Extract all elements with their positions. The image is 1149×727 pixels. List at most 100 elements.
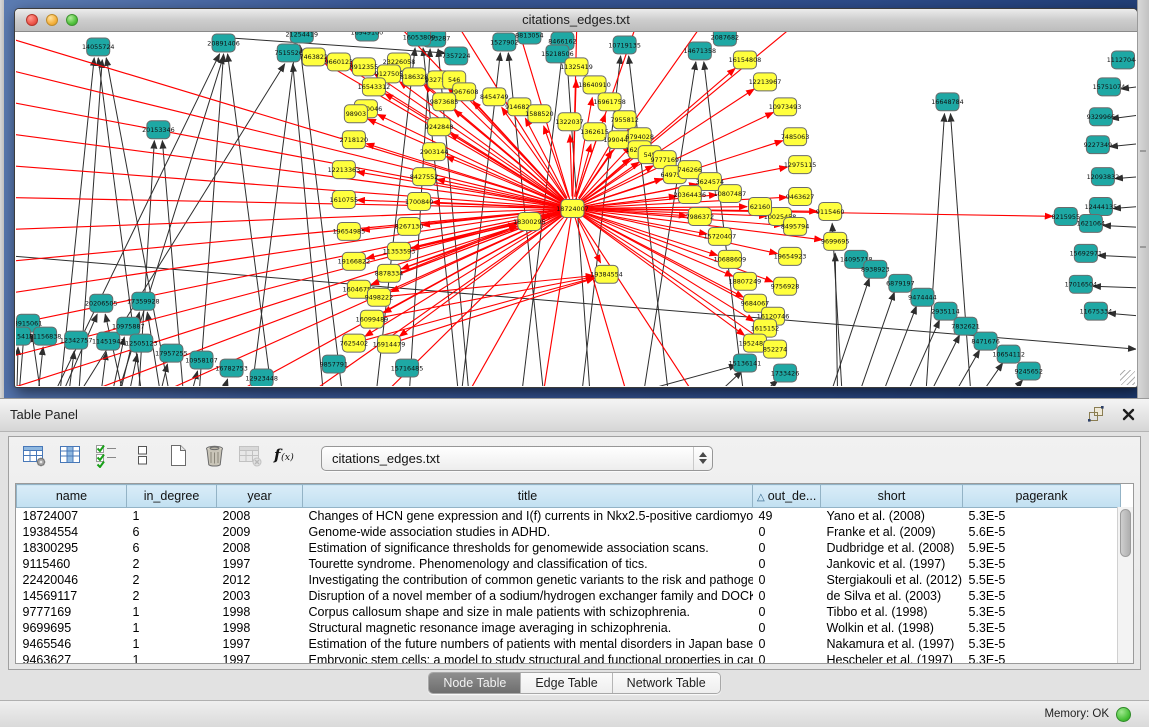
select-columns-icon [94, 443, 119, 473]
citation-edge-red [537, 209, 572, 386]
graph-node-label: 8454749 [480, 93, 508, 101]
network-window-titlebar[interactable]: citations_edges.txt [15, 9, 1137, 32]
graph-node-label: 2087682 [711, 33, 739, 41]
cell-short: Tibbo et al. (1998) [821, 604, 963, 620]
graph-node-label: 16099489 [356, 315, 389, 323]
graph-node-label: 16648784 [931, 98, 964, 106]
table-row[interactable]: 969969511998Structural magnetic resonanc… [17, 620, 1121, 636]
graph-node-label: 10807487 [714, 190, 747, 198]
graph-node-label: 12444135 [1085, 203, 1118, 211]
cell-name: 14569117 [17, 588, 127, 604]
select-columns-button[interactable] [93, 445, 119, 471]
svg-text:(x): (x) [281, 452, 294, 463]
graph-node-label: 3624574 [696, 178, 724, 186]
cell-out_de: 0 [753, 556, 821, 572]
graph-node-label: 98903 [346, 110, 366, 118]
cell-out_de: 0 [753, 620, 821, 636]
scrollbar-thumb[interactable] [1120, 509, 1131, 557]
table-row[interactable]: 911546021997Tourette syndrome. Phenomeno… [17, 556, 1121, 572]
table-row[interactable]: 2242004622012Investigating the contribut… [17, 572, 1121, 588]
network-window[interactable]: citations_edges.txt 14055724208914062125… [14, 8, 1138, 388]
graph-node-label: 20206505 [85, 300, 118, 308]
cell-short: Stergiakouli et al. (2012) [821, 572, 963, 588]
table-row[interactable]: 977716911998Corpus callosum shape and si… [17, 604, 1121, 620]
table-select-dropdown[interactable]: citations_edges.txt [321, 446, 713, 471]
cell-short: de Silva et al. (2003) [821, 588, 963, 604]
graph-node-label: 10958107 [185, 356, 218, 364]
tab-node-table[interactable]: Node Table [429, 673, 521, 693]
delete-table-icon [238, 443, 263, 473]
float-panel-button[interactable] [1087, 405, 1105, 423]
cell-out_de: 0 [753, 524, 821, 540]
graph-node-label: 11353593 [383, 248, 416, 256]
cell-pagerank: 5.3E-5 [963, 508, 1121, 525]
graph-node-label: 8495794 [781, 223, 809, 231]
delete-column-button[interactable] [201, 445, 227, 471]
tab-edge-table[interactable]: Edge Table [521, 673, 612, 693]
column-header-year[interactable]: year [217, 485, 303, 508]
network-canvas[interactable]: 1405572420891406212544191694910010653287… [16, 32, 1136, 386]
column-header-pagerank[interactable]: pagerank [963, 485, 1121, 508]
graph-node-label: 9498222 [365, 294, 393, 302]
table-row[interactable]: 1830029562008Estimation of significance … [17, 540, 1121, 556]
window-resize-grip[interactable] [1120, 370, 1135, 385]
create-column-button[interactable] [165, 445, 191, 471]
table-row[interactable]: 1872400712008Changes of HCN gene express… [17, 508, 1121, 525]
cell-name: 19384554 [17, 524, 127, 540]
cell-short: Wolkin et al. (1998) [821, 620, 963, 636]
graph-node-label: 8267130 [395, 223, 423, 231]
window-title: citations_edges.txt [15, 12, 1137, 27]
graph-node-label: 8427552 [410, 173, 438, 181]
graph-node-label: 746266 [678, 166, 702, 174]
column-header-short[interactable]: short [821, 485, 963, 508]
graph-node-label: 9756928 [771, 283, 799, 291]
row-height-button[interactable] [129, 445, 155, 471]
graph-node-label: 12505123 [125, 339, 158, 347]
cell-pagerank: 5.6E-5 [963, 524, 1121, 540]
graph-node-label: 15692971 [1070, 250, 1103, 258]
table-tabs: Node TableEdge TableNetwork Table [0, 672, 1149, 694]
graph-node-label: 10719135 [608, 41, 641, 49]
graph-node-label: 7955812 [610, 116, 638, 124]
table-mode-button[interactable] [21, 445, 47, 471]
delete-table-button[interactable] [237, 445, 263, 471]
function-builder-button[interactable]: f(x) [273, 445, 299, 471]
graph-node-label: 10688609 [714, 256, 747, 264]
close-panel-button[interactable] [1119, 405, 1137, 423]
citation-edge-red [16, 209, 572, 337]
citation-edge-black [1110, 140, 1136, 147]
column-header-out_de[interactable]: △out_de... [753, 485, 821, 508]
right-splitter[interactable] [1137, 0, 1149, 398]
graph-node-label: 15218506 [541, 50, 574, 58]
table-scrollbar[interactable] [1117, 507, 1133, 663]
table-row[interactable]: 1456911722003Disruption of a novel membe… [17, 588, 1121, 604]
graph-node-label: 6879197 [886, 280, 914, 288]
graph-node-label: 16053809 [403, 33, 436, 41]
table-row[interactable]: 946554611997Estimation of the future num… [17, 636, 1121, 652]
tab-network-table[interactable]: Network Table [613, 673, 720, 693]
show-column-button[interactable] [57, 445, 83, 471]
cell-pagerank: 5.3E-5 [963, 620, 1121, 636]
column-header-name[interactable]: name [17, 485, 127, 508]
citation-graph[interactable]: 1405572420891406212544191694910010653287… [16, 32, 1136, 386]
cell-title: Disruption of a novel member of a sodium… [303, 588, 753, 604]
graph-node-label: 20364436 [674, 191, 707, 199]
node-table-grid: namein_degreeyeartitle△out_de...shortpag… [16, 484, 1121, 664]
graph-node-label: 1322037 [555, 118, 583, 126]
column-header-in_degree[interactable]: in_degree [127, 485, 217, 508]
column-header-title[interactable]: title [303, 485, 753, 508]
cell-name: 9777169 [17, 604, 127, 620]
citation-edge-black [181, 371, 197, 386]
graph-node-label: 11325419 [560, 63, 593, 71]
citation-edge-black [1093, 286, 1136, 289]
table-row[interactable]: 946362711997Embryonic stem cells: a mode… [17, 652, 1121, 664]
cell-short: Dudbridge et al. (2008) [821, 540, 963, 556]
citation-edge-red [16, 209, 572, 232]
graph-node-label: 9242848 [425, 123, 453, 131]
cell-title: Estimation of significance thresholds fo… [303, 540, 753, 556]
graph-node-label: 18807249 [729, 278, 762, 286]
cell-pagerank: 5.9E-5 [963, 540, 1121, 556]
cell-year: 1998 [217, 620, 303, 636]
graph-node-label: 1733426 [771, 369, 799, 377]
table-row[interactable]: 1938455462009Genome-wide association stu… [17, 524, 1121, 540]
